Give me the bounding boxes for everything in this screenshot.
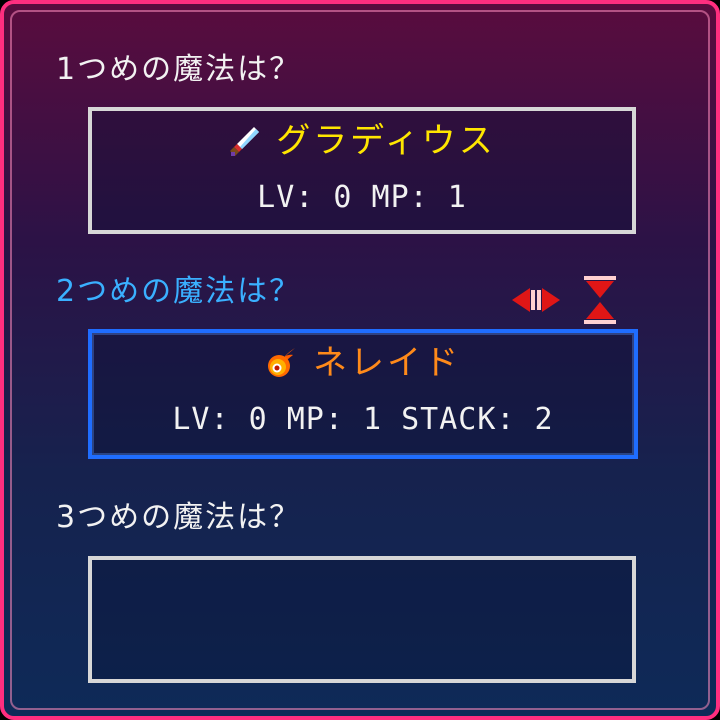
sword-icon	[230, 127, 260, 156]
spell-stats-2: LV: 0 MP: 1 STACK: 2	[172, 402, 554, 437]
spell-stats-1: LV: 0 MP: 1	[257, 180, 467, 215]
question-3: 3つめの魔法は？	[56, 500, 302, 535]
spell-slot-1-name-row: グラディウス	[92, 121, 632, 161]
left-right-arrows-icon[interactable]	[510, 285, 562, 315]
spell-slot-3-empty[interactable]	[88, 556, 636, 683]
spell-name-1: グラディウス	[276, 121, 496, 161]
question-1: 1つめの魔法は？	[56, 52, 302, 87]
up-down-arrows-icon[interactable]	[584, 276, 616, 324]
fireball-icon	[268, 348, 295, 377]
spell-select-window: 1つめの魔法は？ グラディウス LV: 0 MP: 1 2つめの魔法は？ ネレイ…	[0, 0, 720, 720]
spell-slot-2-name-row: ネレイド	[92, 343, 634, 383]
spell-name-2: ネレイド	[313, 343, 461, 383]
slot-2-controls	[510, 276, 616, 324]
spell-slot-1[interactable]: グラディウス LV: 0 MP: 1	[88, 107, 636, 234]
question-2: 2つめの魔法は？	[56, 274, 302, 309]
spell-slot-2[interactable]: ネレイド LV: 0 MP: 1 STACK: 2	[88, 329, 638, 459]
